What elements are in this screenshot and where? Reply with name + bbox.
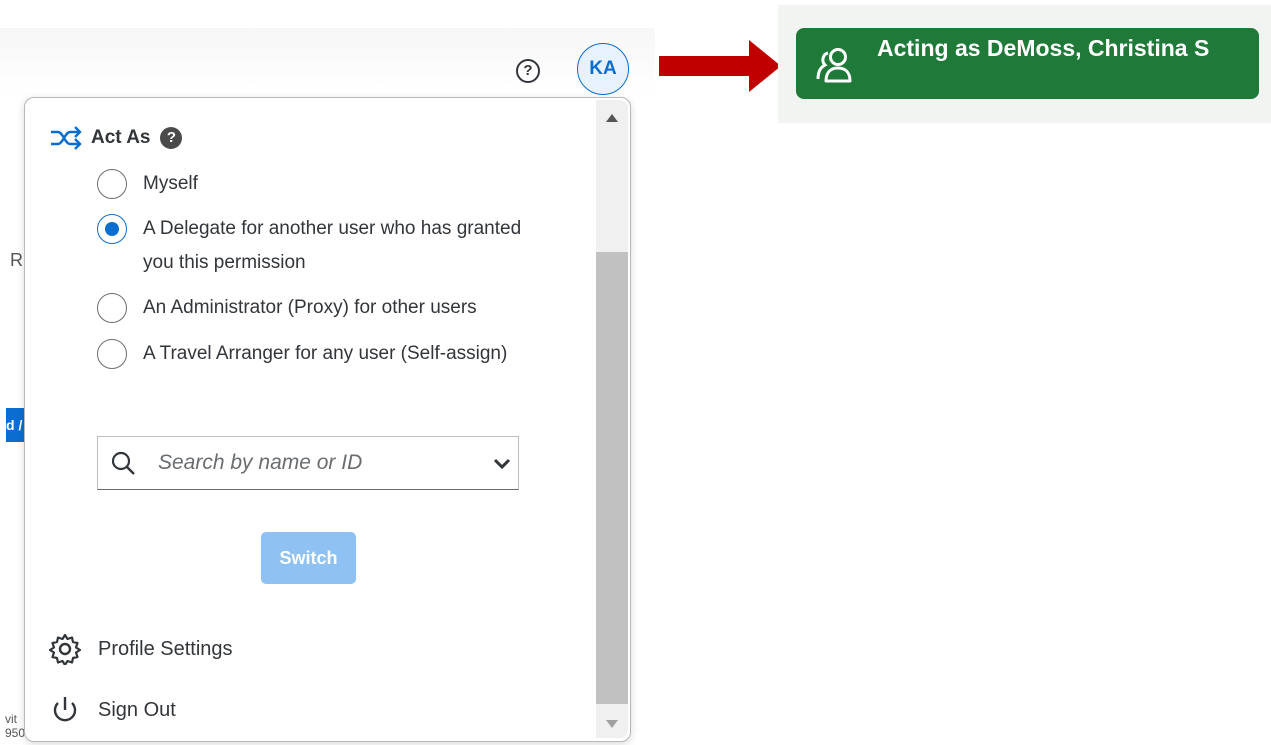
profile-popover: Act As ? Myself A Delegate for another u…: [24, 97, 631, 742]
radio-button[interactable]: [97, 339, 127, 369]
help-circle-icon[interactable]: ?: [160, 127, 183, 149]
radio-button[interactable]: [97, 169, 127, 199]
help-icon[interactable]: ?: [516, 59, 540, 83]
radio-label: Myself: [143, 173, 198, 194]
scroll-up-arrow-icon[interactable]: [606, 114, 618, 122]
scroll-down-arrow-icon[interactable]: [606, 720, 618, 728]
radio-option-delegate[interactable]: A Delegate for another user who has gran…: [97, 214, 533, 280]
switch-button[interactable]: Switch: [261, 532, 356, 584]
background-text-line: vit: [5, 712, 17, 726]
people-icon: [816, 48, 852, 83]
chevron-down-icon[interactable]: [492, 453, 512, 473]
sign-out-label: Sign Out: [98, 698, 176, 721]
radio-option-travel-arranger[interactable]: A Travel Arranger for any user (Self-ass…: [97, 339, 533, 371]
radio-option-myself[interactable]: Myself: [97, 169, 533, 201]
shuffle-icon: [51, 126, 82, 150]
act-as-header: Act As ?: [49, 124, 183, 152]
background-text-fragment-bottom: vit 950: [5, 712, 25, 740]
background-text-fragment: R: [10, 250, 23, 270]
act-as-title: Act As: [91, 127, 151, 148]
search-input[interactable]: [156, 450, 470, 476]
radio-button[interactable]: [97, 293, 127, 323]
sign-out-item[interactable]: Sign Out: [49, 694, 176, 726]
search-icon: [111, 451, 135, 475]
power-icon: [53, 697, 77, 722]
profile-settings-label: Profile Settings: [98, 637, 233, 660]
background-text-line: 950: [5, 726, 26, 740]
profile-settings-item[interactable]: Profile Settings: [49, 633, 233, 665]
radio-label: An Administrator (Proxy) for other users: [143, 297, 477, 318]
scroll-thumb[interactable]: [596, 252, 628, 704]
avatar-button[interactable]: KA: [577, 43, 629, 95]
radio-label: A Delegate for another user who has gran…: [143, 218, 522, 273]
gear-icon: [49, 633, 81, 665]
background-button-fragment: d /: [6, 408, 24, 442]
acting-as-text: Acting as DeMoss, Christina S: [877, 35, 1210, 61]
header-bar: [0, 28, 655, 98]
radio-label: A Travel Arranger for any user (Self-ass…: [143, 343, 508, 364]
user-search-combobox[interactable]: [97, 436, 519, 490]
popover-scrollbar[interactable]: [596, 100, 628, 738]
right-arrow-icon: [659, 40, 781, 92]
radio-option-administrator[interactable]: An Administrator (Proxy) for other users: [97, 293, 533, 325]
acting-as-badge[interactable]: Acting as DeMoss, Christina S: [796, 28, 1259, 99]
radio-button-selected[interactable]: [97, 214, 127, 244]
